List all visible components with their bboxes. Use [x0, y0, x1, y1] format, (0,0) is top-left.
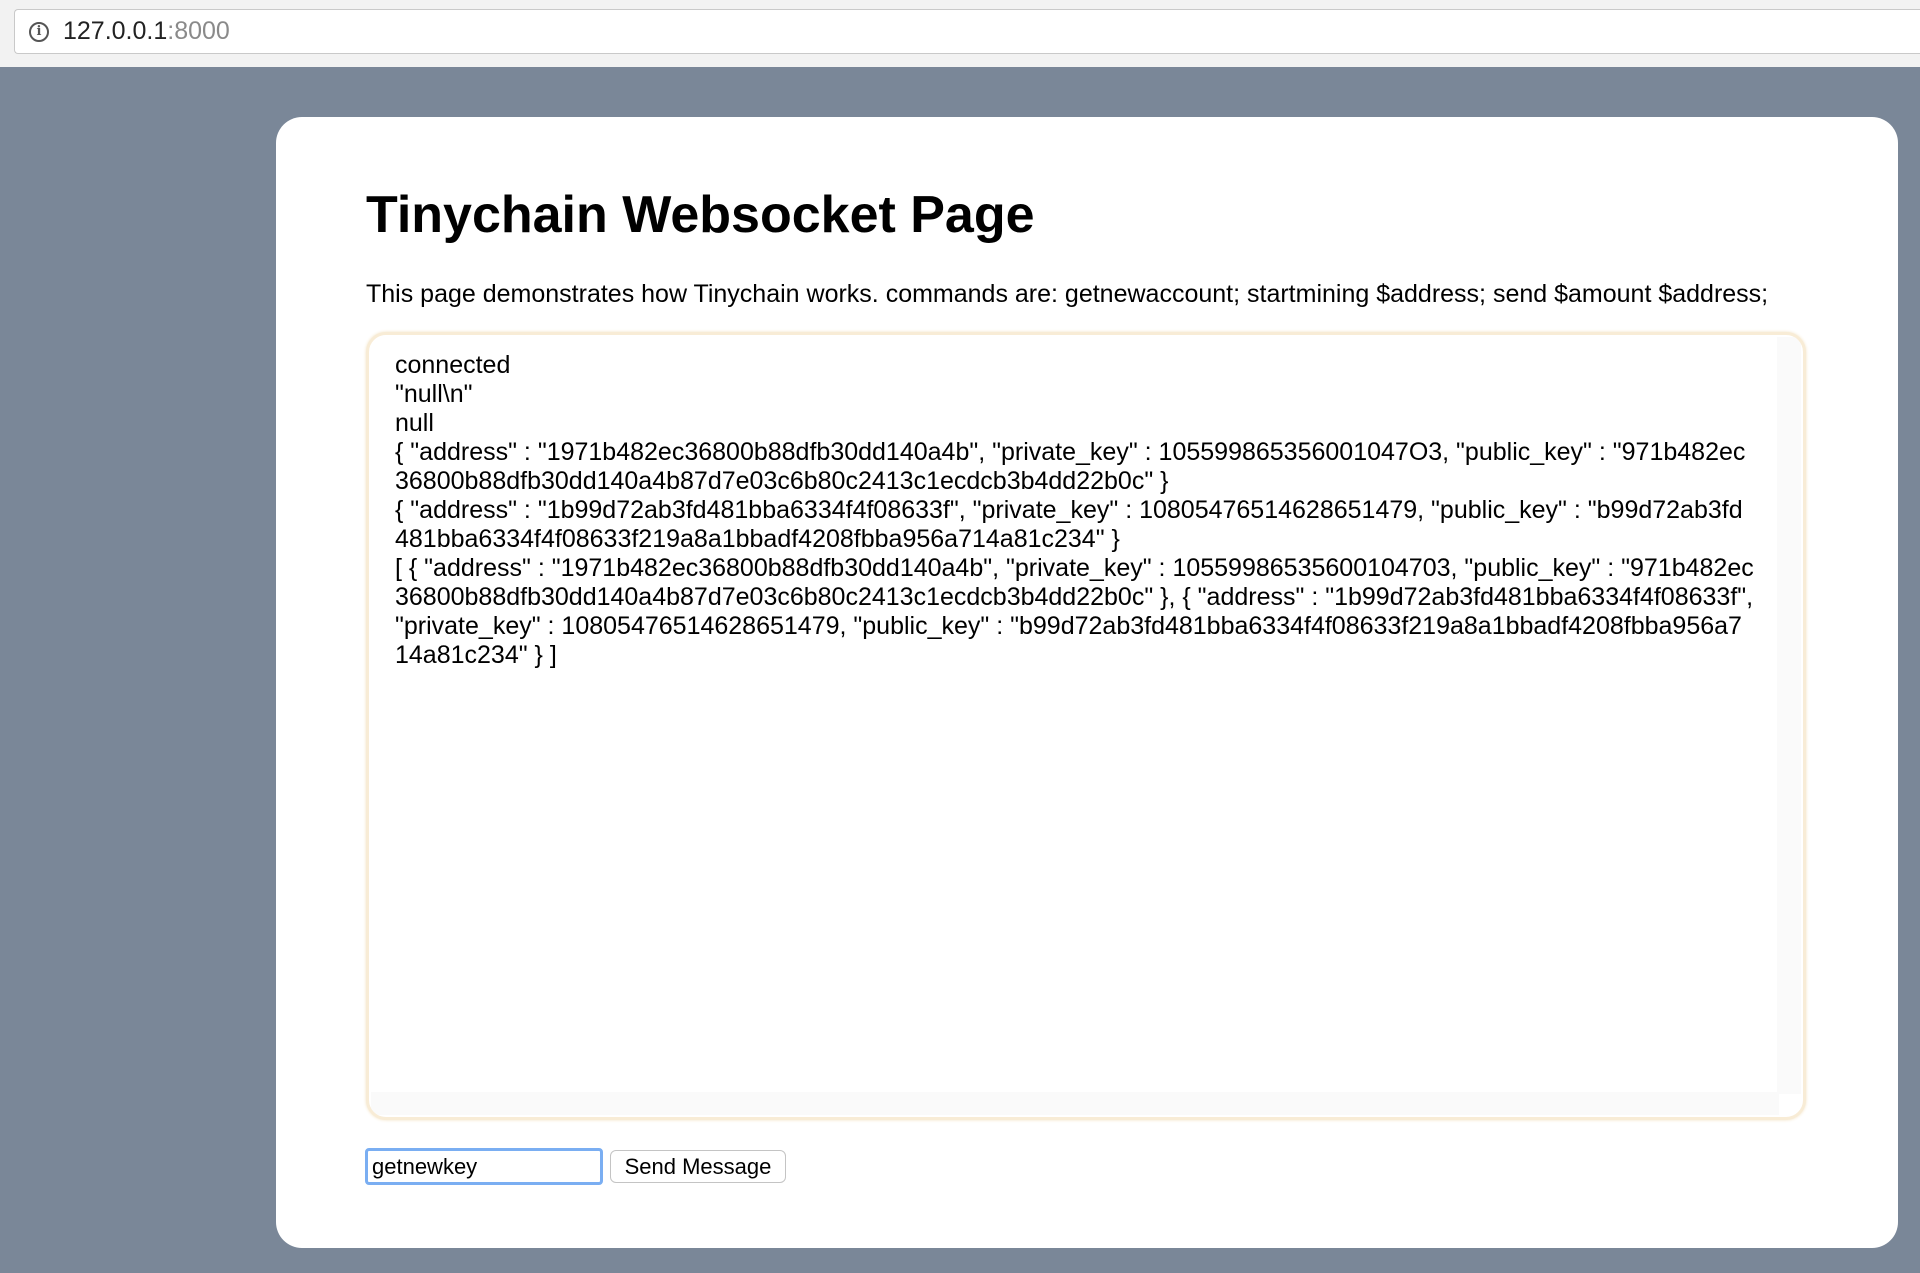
send-message-button[interactable]: Send Message [610, 1150, 786, 1183]
address-bar[interactable]: i 127.0.0.1:8000 [14, 9, 1920, 54]
vertical-scrollbar[interactable] [1777, 337, 1801, 1094]
content-card: Tinychain Websocket Page This page demon… [276, 117, 1898, 1248]
url-port: :8000 [167, 17, 230, 45]
log-line: connected [395, 351, 511, 379]
page-intro: This page demonstrates how Tinychain wor… [366, 280, 1769, 308]
log-line: null [395, 409, 434, 437]
message-input[interactable] [365, 1148, 603, 1185]
page-background: Tinychain Websocket Page This page demon… [0, 67, 1920, 1273]
browser-toolbar: i 127.0.0.1:8000 [0, 0, 1920, 68]
log-line: { "address" : "1b99d72ab3fd481bba6334f4f… [395, 496, 1743, 553]
log-line: [ { "address" : "1971b482ec36800b88dfb30… [395, 554, 1761, 669]
log-line: "null\n" [395, 380, 473, 408]
log-line: { "address" : "1971b482ec36800b88dfb30dd… [395, 438, 1746, 495]
message-log-content: connected "null\n" null { "address" : "1… [371, 337, 1779, 1094]
url-text[interactable]: 127.0.0.1:8000 [63, 17, 230, 46]
horizontal-scrollbar[interactable] [371, 1092, 1779, 1115]
info-icon[interactable]: i [29, 21, 49, 42]
page-title: Tinychain Websocket Page [366, 186, 1035, 244]
message-log[interactable]: connected "null\n" null { "address" : "1… [366, 332, 1806, 1120]
url-host: 127.0.0.1 [63, 17, 168, 45]
